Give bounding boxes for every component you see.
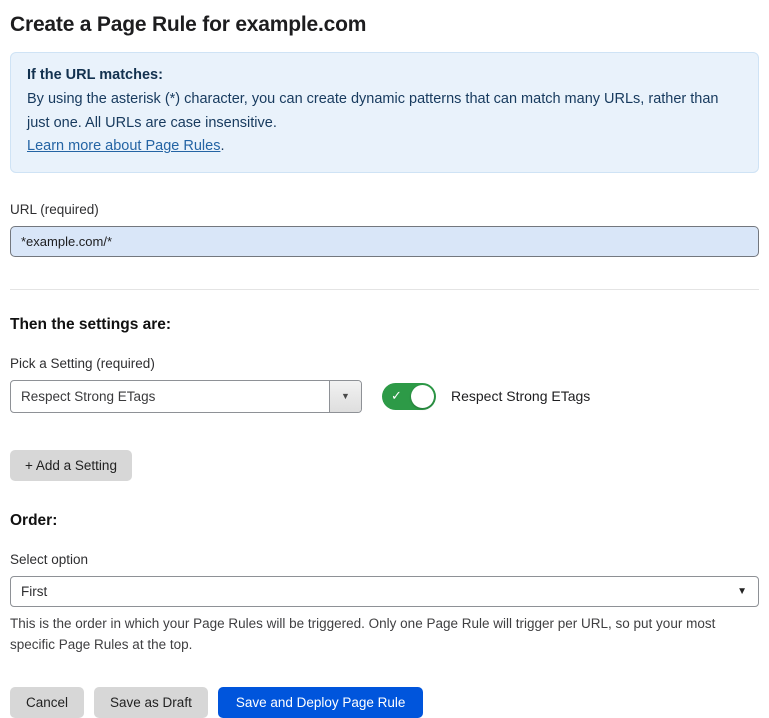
learn-more-link[interactable]: Learn more about Page Rules xyxy=(27,138,220,154)
order-section-heading: Order: xyxy=(10,512,759,530)
etags-toggle[interactable]: ✓ xyxy=(382,383,436,410)
url-input[interactable] xyxy=(10,226,759,257)
page-title: Create a Page Rule for example.com xyxy=(10,10,759,37)
check-icon: ✓ xyxy=(391,388,402,405)
info-box-body: By using the asterisk (*) character, you… xyxy=(27,88,742,135)
url-match-info-box: If the URL matches: By using the asteris… xyxy=(10,52,759,173)
section-divider xyxy=(10,289,759,290)
order-help-text: This is the order in which your Page Rul… xyxy=(10,614,759,656)
save-draft-button[interactable]: Save as Draft xyxy=(94,687,208,718)
save-deploy-button[interactable]: Save and Deploy Page Rule xyxy=(218,687,424,718)
url-field-label: URL (required) xyxy=(10,202,759,217)
toggle-label: Respect Strong ETags xyxy=(451,388,590,404)
settings-section-heading: Then the settings are: xyxy=(10,316,759,334)
add-setting-button[interactable]: + Add a Setting xyxy=(10,450,132,481)
cancel-button[interactable]: Cancel xyxy=(10,687,84,718)
pick-setting-label: Pick a Setting (required) xyxy=(10,356,759,371)
chevron-down-icon: ▼ xyxy=(737,586,758,597)
toggle-knob xyxy=(411,385,434,408)
order-select[interactable]: First ▼ xyxy=(10,576,759,607)
link-suffix: . xyxy=(220,138,224,154)
setting-select[interactable]: Respect Strong ETags ▼ xyxy=(10,380,362,413)
order-select-label: Select option xyxy=(10,552,759,567)
page-rule-form: Create a Page Rule for example.com If th… xyxy=(0,0,769,718)
info-box-heading: If the URL matches: xyxy=(27,64,742,87)
chevron-down-icon[interactable]: ▼ xyxy=(329,381,361,412)
order-select-value: First xyxy=(11,584,737,599)
footer-actions: Cancel Save as Draft Save and Deploy Pag… xyxy=(10,687,759,718)
setting-select-value: Respect Strong ETags xyxy=(11,389,329,404)
setting-row: Respect Strong ETags ▼ ✓ Respect Strong … xyxy=(10,380,759,413)
